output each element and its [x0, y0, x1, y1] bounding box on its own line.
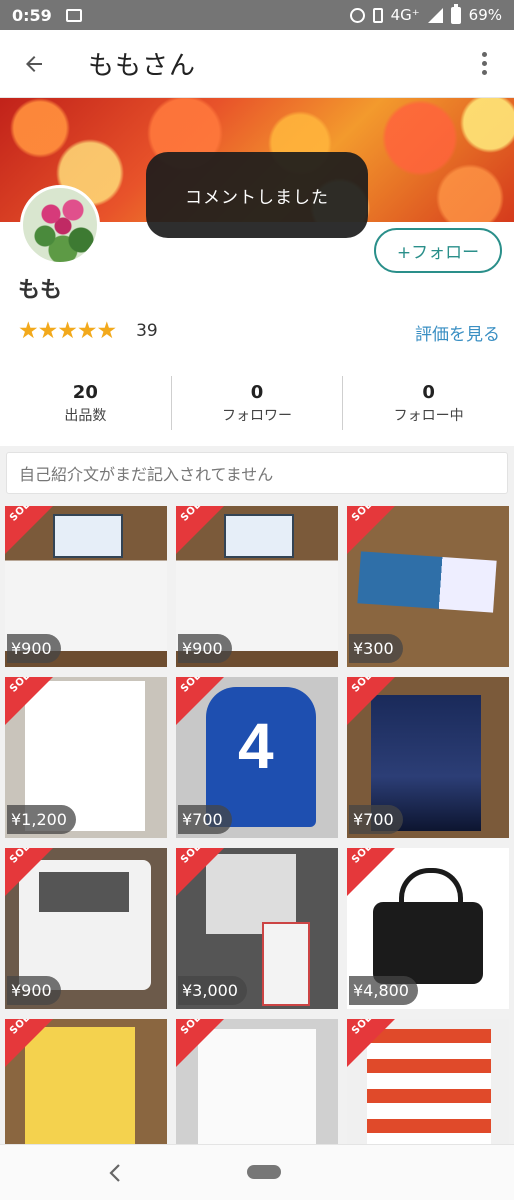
- image-icon: [65, 8, 82, 22]
- stat-value: 20: [72, 381, 98, 403]
- item-card[interactable]: SOLD ¥300: [347, 506, 509, 667]
- page-title: ももさん: [88, 51, 197, 81]
- item-card[interactable]: SOLD ¥900: [5, 848, 167, 1009]
- price-label: ¥3,000: [178, 976, 247, 1005]
- alarm-icon: [349, 7, 365, 23]
- item-card[interactable]: SOLD ¥700: [347, 677, 509, 838]
- item-card[interactable]: SOLD ¥4,800: [347, 848, 509, 1009]
- signal-icon: [427, 7, 443, 23]
- toast-message: コメントしました: [146, 152, 368, 238]
- price-label: ¥1,200: [7, 805, 76, 834]
- item-card[interactable]: SOLD ¥1,200: [5, 677, 167, 838]
- stats-row: 20 出品数 0 フォロワー 0 フォロー中: [0, 376, 514, 430]
- home-pill-icon[interactable]: [247, 1165, 281, 1179]
- battery-percent: 69%: [468, 6, 502, 24]
- price-label: ¥300: [349, 634, 403, 663]
- price-label: ¥700: [349, 805, 403, 834]
- stat-followers[interactable]: 0 フォロワー: [170, 376, 343, 430]
- price-label: ¥900: [7, 976, 61, 1005]
- stat-label: フォロー中: [393, 407, 464, 424]
- rating-count: 39: [136, 321, 158, 341]
- system-nav-bar: [0, 1144, 514, 1200]
- item-grid: SOLD ¥900 SOLD ¥900 SOLD ¥300 SOLD ¥1,20…: [5, 506, 509, 1180]
- see-ratings-link[interactable]: 評価を見る: [415, 320, 500, 345]
- back-arrow-icon[interactable]: [0, 30, 68, 98]
- bio-text: 自己紹介文がまだ記入されてません: [6, 452, 508, 494]
- item-card[interactable]: SOLD ¥900: [5, 506, 167, 667]
- item-card[interactable]: SOLD ¥3,000: [176, 848, 338, 1009]
- star-rating-icon: ★★★★★: [18, 318, 117, 344]
- vibrate-icon: [372, 7, 383, 23]
- app-bar: ももさん: [0, 30, 514, 98]
- item-card[interactable]: SOLD ¥700: [176, 677, 338, 838]
- price-label: ¥900: [178, 634, 232, 663]
- stat-label: 出品数: [64, 407, 107, 424]
- more-vertical-icon[interactable]: [454, 30, 514, 98]
- status-bar: 0:59 4G⁺ 69%: [0, 0, 514, 30]
- stat-value: 0: [250, 381, 264, 403]
- avatar[interactable]: [20, 185, 100, 265]
- stat-value: 0: [422, 381, 435, 403]
- item-card[interactable]: SOLD ¥900: [176, 506, 338, 667]
- price-label: ¥900: [7, 634, 61, 663]
- user-name: もも: [18, 278, 63, 303]
- nav-back-icon[interactable]: [104, 1161, 128, 1185]
- stat-listings[interactable]: 20 出品数: [0, 376, 171, 430]
- stat-following[interactable]: 0 フォロー中: [342, 376, 514, 430]
- stat-label: フォロワー: [222, 407, 292, 424]
- price-label: ¥4,800: [349, 976, 418, 1005]
- status-time: 0:59: [12, 5, 52, 25]
- price-label: ¥700: [178, 805, 232, 834]
- status-right: 4G⁺ 69%: [349, 3, 502, 24]
- network-type: 4G⁺: [390, 6, 420, 24]
- rating[interactable]: ★★★★★ 39: [18, 318, 158, 344]
- follow-button[interactable]: +フォロー: [374, 228, 502, 273]
- battery-icon: [450, 3, 461, 24]
